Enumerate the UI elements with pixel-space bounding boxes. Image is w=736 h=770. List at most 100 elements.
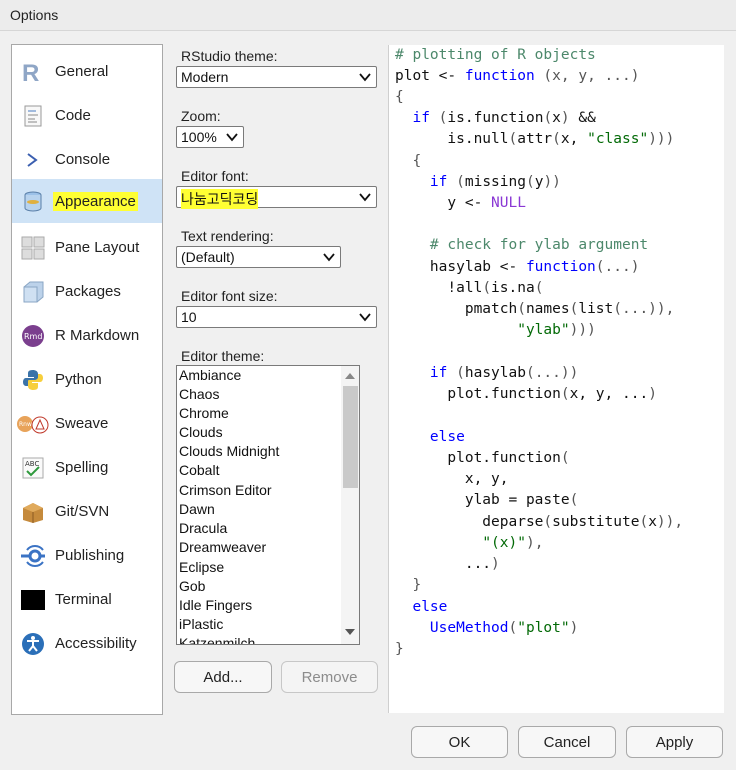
list-item[interactable]: Idle Fingers xyxy=(179,597,252,613)
sidebar-item-label: Git/SVN xyxy=(55,502,110,520)
code-line: "ylab"))) xyxy=(517,322,596,338)
editor-font-label: Editor font: xyxy=(181,168,249,184)
code-line: # plotting of R objects xyxy=(395,47,596,63)
cancel-button[interactable]: Cancel xyxy=(518,726,616,758)
sweave-pdf-icon: Rnw xyxy=(15,412,51,436)
list-item[interactable]: Chrome xyxy=(179,405,229,421)
code-line: if (is.function(x) && xyxy=(412,110,596,126)
rstudio-theme-label: RStudio theme: xyxy=(181,48,278,64)
code-line: !all(is.na( xyxy=(395,280,544,296)
list-item[interactable]: Eclipse xyxy=(179,559,224,575)
apply-button[interactable]: Apply xyxy=(626,726,723,758)
sidebar-item-r-markdown[interactable]: Rmd R Markdown xyxy=(12,315,162,355)
rstudio-theme-value: Modern xyxy=(181,69,229,85)
pane-layout-icon xyxy=(21,236,45,260)
sidebar-item-general[interactable]: R General xyxy=(12,51,162,91)
scroll-down-icon[interactable] xyxy=(345,628,355,636)
code-line: "(x)"), xyxy=(482,535,544,551)
code-line: ylab = paste( xyxy=(395,492,579,508)
list-item[interactable]: Clouds Midnight xyxy=(179,443,279,459)
sidebar-item-terminal[interactable]: Terminal xyxy=(12,579,162,619)
add-theme-button[interactable]: Add... xyxy=(174,661,272,693)
code-line: plot.function( xyxy=(395,450,570,466)
list-item[interactable]: Gob xyxy=(179,578,205,594)
terminal-icon xyxy=(21,588,45,612)
list-item[interactable]: Cobalt xyxy=(179,462,219,478)
sidebar-item-pane-layout[interactable]: Pane Layout xyxy=(12,227,162,267)
list-item[interactable]: Dracula xyxy=(179,520,227,536)
code-document-icon xyxy=(21,104,45,128)
sidebar-item-publishing[interactable]: Publishing xyxy=(12,535,162,575)
sidebar-item-sweave[interactable]: Rnw Sweave xyxy=(12,403,162,443)
sidebar-item-appearance[interactable]: Appearance xyxy=(12,179,162,223)
chevron-down-icon xyxy=(359,73,371,82)
editor-font-select[interactable]: 나눔고딕코딩 xyxy=(176,186,377,209)
list-item[interactable]: Ambiance xyxy=(179,367,241,383)
list-item[interactable]: Dreamweaver xyxy=(179,539,266,555)
editor-theme-list[interactable]: Ambiance Chaos Chrome Clouds Clouds Midn… xyxy=(176,365,360,645)
code-line: else xyxy=(395,429,465,445)
code-line: { xyxy=(395,153,422,169)
text-rendering-select[interactable]: (Default) xyxy=(176,246,341,268)
code-line: UseMethod("plot") xyxy=(429,620,579,636)
chevron-down-icon xyxy=(226,133,238,142)
sidebar-item-label: Spelling xyxy=(55,458,109,476)
sidebar-item-spelling[interactable]: ABC Spelling xyxy=(12,447,162,487)
sidebar-item-label: Appearance xyxy=(53,191,138,211)
spelling-check-icon: ABC xyxy=(21,456,45,480)
remove-theme-button[interactable]: Remove xyxy=(281,661,378,693)
list-item[interactable]: Crimson Editor xyxy=(179,482,272,498)
sidebar-item-label: Python xyxy=(55,370,102,388)
sidebar-item-label: R Markdown xyxy=(55,326,140,344)
sidebar-item-label: Packages xyxy=(55,282,121,300)
sidebar-item-git-svn[interactable]: Git/SVN xyxy=(12,491,162,531)
code-line: deparse(substitute(x)), xyxy=(395,514,684,530)
code-line: # check for ylab argument xyxy=(395,237,649,253)
accessibility-icon xyxy=(21,632,45,656)
zoom-select[interactable]: 100% xyxy=(176,126,244,148)
editor-font-size-label: Editor font size: xyxy=(181,288,278,304)
sidebar-item-code[interactable]: Code xyxy=(12,95,162,135)
text-rendering-value: (Default) xyxy=(181,249,235,265)
ok-button[interactable]: OK xyxy=(411,726,508,758)
editor-font-value: 나눔고딕코딩 xyxy=(181,189,259,209)
code-line: plot.function(x, y, ...) xyxy=(395,386,657,402)
appearance-bucket-icon xyxy=(21,189,45,213)
sidebar-item-label: Sweave xyxy=(55,414,109,432)
python-logo-icon xyxy=(21,368,45,392)
editor-font-size-select[interactable]: 10 xyxy=(176,306,377,328)
zoom-value: 100% xyxy=(181,129,217,145)
theme-list-scrollbar[interactable] xyxy=(341,366,359,644)
editor-theme-preview: # plotting of R objects plot <- function… xyxy=(388,45,724,713)
code-line: } xyxy=(395,641,404,657)
code-line: { xyxy=(395,89,404,105)
code-line: hasylab <- function(...) xyxy=(395,259,640,275)
code-line: if (missing(y)) xyxy=(429,174,561,190)
scroll-up-icon[interactable] xyxy=(345,372,355,380)
code-line: is.null(attr(x, "class"))) xyxy=(395,131,675,147)
scrollbar-thumb[interactable] xyxy=(343,386,358,488)
code-line: x, y, xyxy=(395,471,509,487)
list-item[interactable]: iPlastic xyxy=(179,616,223,632)
code-line: y <- NULL xyxy=(395,195,526,211)
sidebar-item-python[interactable]: Python xyxy=(12,359,162,399)
sidebar-item-packages[interactable]: Packages xyxy=(12,271,162,311)
code-line: else xyxy=(395,599,448,615)
code-line: } xyxy=(395,577,422,593)
sidebar-item-accessibility[interactable]: Accessibility xyxy=(12,623,162,663)
code-line: plot <- function (x, y, ...) xyxy=(395,68,640,84)
list-item[interactable]: Clouds xyxy=(179,424,223,440)
list-item[interactable]: Chaos xyxy=(179,386,219,402)
list-item[interactable]: Katzenmilch xyxy=(179,635,255,644)
rstudio-theme-select[interactable]: Modern xyxy=(176,66,377,88)
sidebar-item-label: Accessibility xyxy=(55,634,137,652)
sidebar-item-console[interactable]: Console xyxy=(12,139,162,179)
list-item[interactable]: Dawn xyxy=(179,501,215,517)
code-line: if (hasylab(...)) xyxy=(429,365,579,381)
svg-text:R: R xyxy=(22,60,39,84)
zoom-label: Zoom: xyxy=(181,108,221,124)
chevron-down-icon xyxy=(359,313,371,322)
code-line: ...) xyxy=(395,556,500,572)
options-sidebar: R General Code Console Appearance Pane L… xyxy=(11,44,163,715)
r-logo-icon: R xyxy=(21,60,45,84)
